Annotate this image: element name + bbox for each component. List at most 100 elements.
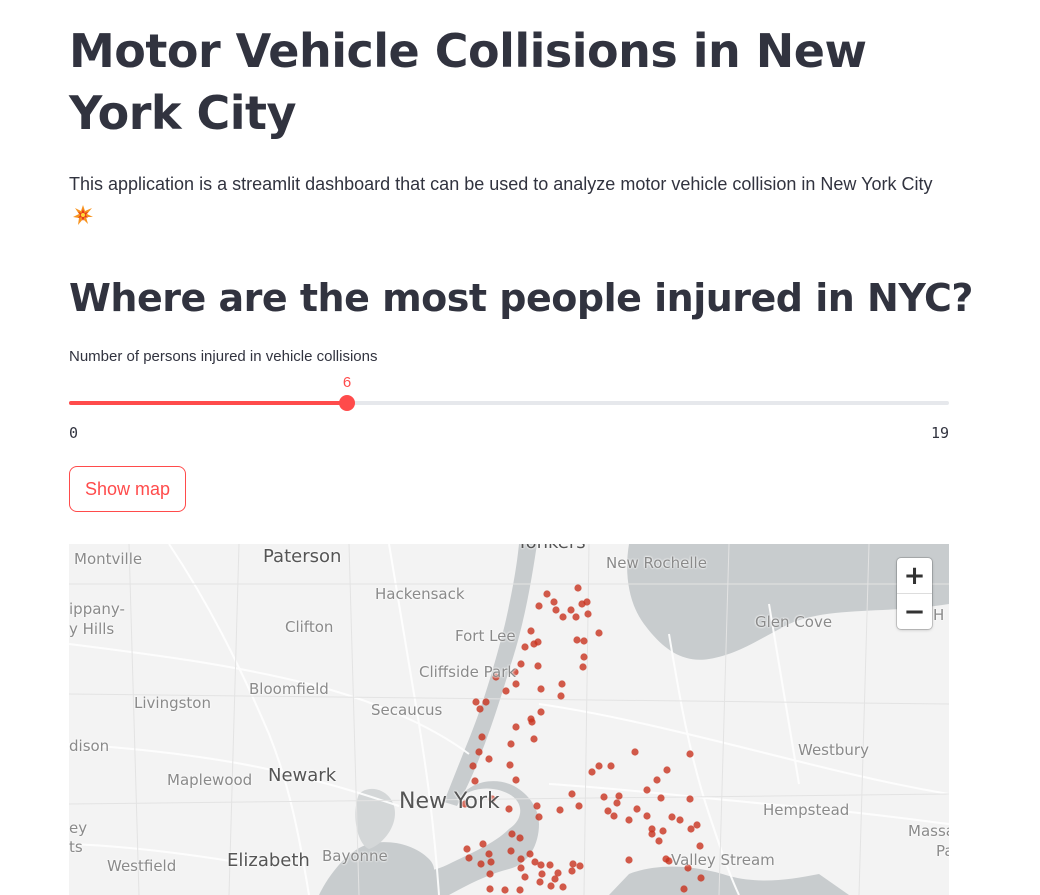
place-label: Montville [74,550,143,568]
show-map-button[interactable]: Show map [69,466,187,512]
place-label: Bayonne [322,847,388,865]
collision-marker [507,847,515,855]
place-label: Elizabeth [227,850,310,871]
collision-marker [486,885,494,893]
collision-marker [534,638,542,646]
collision-marker [613,799,621,807]
collision-marker [600,793,608,801]
collision-marker [546,861,554,869]
collision-marker [485,755,493,763]
collision-marker [475,748,483,756]
collision-marker [465,854,473,862]
collision-marker [643,786,651,794]
place-label: Pa [936,842,949,860]
collision-marker [463,845,471,853]
collision-marker [687,825,695,833]
collision-marker [482,698,490,706]
collision-marker [631,748,639,756]
collision-marker [471,777,479,785]
map-basemap [69,544,949,895]
place-label: ippany- [69,600,125,618]
collision-marker [625,856,633,864]
collision-marker [595,762,603,770]
collision-marker [516,886,524,894]
collision-marker [516,834,524,842]
collision-marker [517,864,525,872]
collision-marker [512,723,520,731]
place-label: Fort Lee [455,627,516,645]
collision-marker [657,794,665,802]
collision-map[interactable]: Montville Paterson Yonkers New Rochelle Hack… [69,544,949,895]
collision-marker [512,680,520,688]
slider-label: Number of persons injured in vehicle col… [69,348,378,365]
collision-marker [625,816,633,824]
collision-marker [477,860,485,868]
zoom-controls: + − [897,558,932,629]
collision-marker [697,874,705,882]
collision-marker [696,842,704,850]
collision-marker [655,837,663,845]
collision-marker [574,584,582,592]
collision-marker [643,812,651,820]
collision-marker [668,813,676,821]
collision-marker [588,768,596,776]
collision-marker [537,685,545,693]
collision-marker [583,598,591,606]
place-label: Clifton [285,618,334,636]
collision-marker [552,606,560,614]
collision-marker [595,629,603,637]
collision-marker [604,807,612,815]
collision-marker [573,636,581,644]
zoom-in-button[interactable]: + [897,558,932,593]
collision-marker [686,795,694,803]
place-label: Yonkers [517,544,586,553]
collision-marker [530,735,538,743]
collision-marker [476,705,484,713]
collision-marker [508,830,516,838]
collision-marker [478,733,486,741]
place-label: Livingston [134,694,211,712]
collision-marker [556,806,564,814]
collision-marker [680,885,688,893]
place-label: ts [69,838,83,856]
place-label: Secaucus [371,701,443,719]
collision-marker [479,840,487,848]
collision-marker [528,718,536,726]
injured-persons-slider[interactable]: 6 0 19 [69,372,949,442]
collision-marker [536,878,544,886]
collision-marker [547,882,555,890]
slider-thumb[interactable] [339,395,355,411]
zoom-out-button[interactable]: − [897,593,932,629]
collision-marker [507,740,515,748]
collision-emoji-icon [73,205,93,225]
place-label: Valley Stream [671,851,775,869]
collision-marker [526,850,534,858]
collision-marker [517,855,525,863]
collision-marker [501,886,509,894]
collision-marker [653,776,661,784]
collision-marker [610,812,618,820]
collision-marker [558,680,566,688]
intro-sentence: This application is a streamlit dashboar… [69,174,933,194]
place-label: dison [69,737,110,755]
collision-marker [534,662,542,670]
collision-marker [575,802,583,810]
page-title: Motor Vehicle Collisions in New York Cit… [69,24,867,140]
collision-marker [538,870,546,878]
collision-marker [568,790,576,798]
collision-marker [486,870,494,878]
place-label: Newark [268,765,337,786]
slider-min-label: 0 [69,424,79,442]
collision-marker [512,776,520,784]
place-label: Cliffside Park [419,663,517,681]
collision-marker [505,805,513,813]
place-label: Massa [908,822,949,840]
collision-marker [676,816,684,824]
collision-marker [576,862,584,870]
collision-marker [537,708,545,716]
collision-marker [686,750,694,758]
collision-marker [506,761,514,769]
collision-marker [535,813,543,821]
place-label: Maplewood [167,771,253,789]
collision-marker [487,858,495,866]
